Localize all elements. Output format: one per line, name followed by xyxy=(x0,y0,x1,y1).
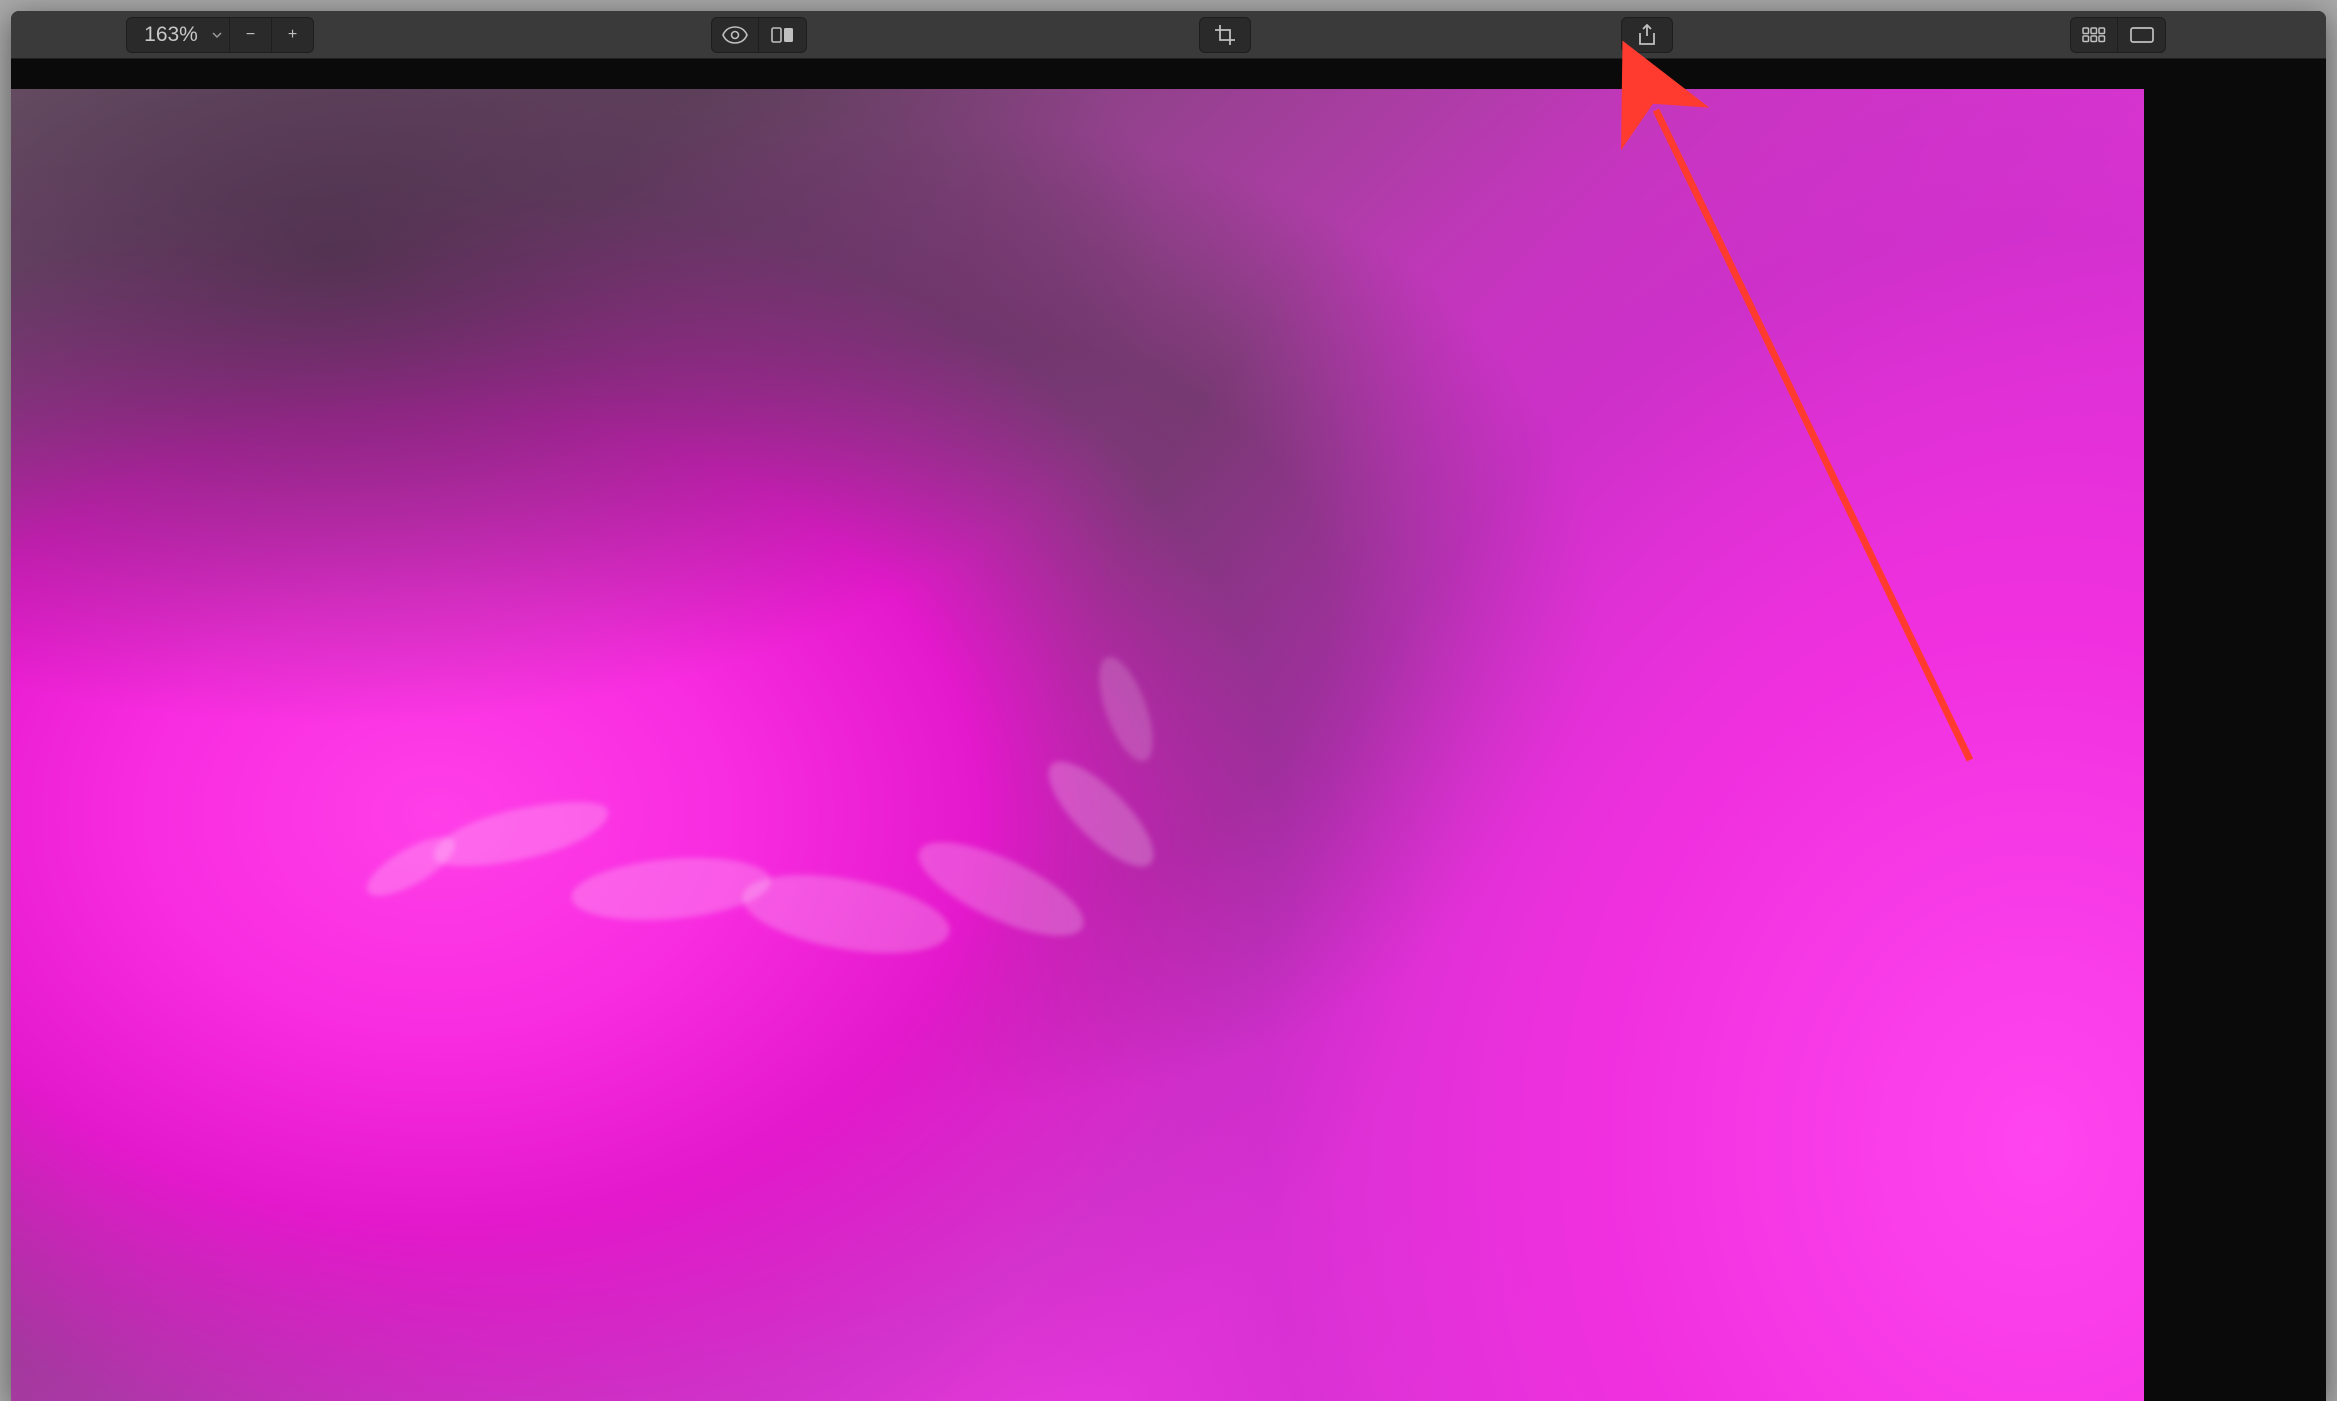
layout-group xyxy=(2070,17,2166,53)
preview-toggle-button[interactable] xyxy=(711,17,759,53)
minus-icon: − xyxy=(246,26,255,44)
zoom-level-value: 163% xyxy=(144,23,198,47)
zoom-group: 163% − + xyxy=(126,17,314,53)
grid-icon xyxy=(2082,27,2106,43)
compare-icon xyxy=(771,26,795,44)
image-canvas[interactable] xyxy=(11,89,2144,1401)
editor-window: 163% − + xyxy=(11,11,2326,1401)
toolbar: 163% − + xyxy=(11,11,2326,59)
eye-icon xyxy=(722,26,748,44)
zoom-out-button[interactable]: − xyxy=(230,17,272,53)
plus-icon: + xyxy=(288,26,297,44)
view-mode-group xyxy=(711,17,807,53)
single-view-icon xyxy=(2130,27,2154,43)
content-area xyxy=(11,89,2326,1401)
crop-button[interactable] xyxy=(1199,17,1251,53)
image-petal-highlight xyxy=(737,861,956,966)
single-view-button[interactable] xyxy=(2118,17,2166,53)
share-group xyxy=(1621,17,1673,53)
compare-toggle-button[interactable] xyxy=(759,17,807,53)
chevron-down-icon xyxy=(211,29,223,41)
crop-icon xyxy=(1214,24,1236,46)
image-petal-highlight xyxy=(359,826,463,906)
crop-group xyxy=(1199,17,1251,53)
image-petal-highlight xyxy=(569,850,773,927)
share-icon xyxy=(1637,24,1657,46)
zoom-in-button[interactable]: + xyxy=(272,17,314,53)
share-button[interactable] xyxy=(1621,17,1673,53)
zoom-level-dropdown[interactable]: 163% xyxy=(126,17,230,53)
grid-view-button[interactable] xyxy=(2070,17,2118,53)
